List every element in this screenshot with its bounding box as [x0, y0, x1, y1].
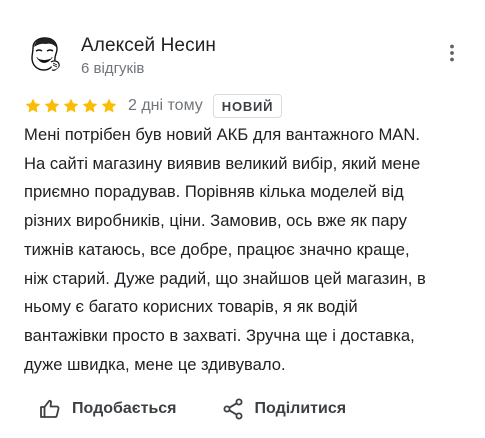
more-options-button[interactable]	[440, 41, 464, 65]
meme-face-avatar-icon	[24, 34, 64, 74]
star-icon	[101, 98, 117, 113]
share-icon	[221, 397, 245, 421]
more-vertical-icon	[450, 44, 454, 62]
review-text-line: Мені потрібен був новий АКБ для вантажно…	[24, 125, 420, 144]
star-icon	[44, 98, 60, 113]
review-date: 2 дні тому	[128, 97, 203, 114]
review-text-line: вантажівки просто в захваті. Зручна ще і…	[24, 325, 415, 345]
review-text-line: На сайті магазину виявив великий вибір, …	[24, 153, 421, 173]
star-icon	[25, 98, 41, 113]
review-header: Алексей Несин 6 відгуків	[24, 31, 464, 83]
share-label: Поділитися	[254, 400, 347, 417]
star-icon	[63, 98, 79, 113]
share-button[interactable]: Поділитися	[221, 397, 347, 421]
thumb-up-icon	[38, 397, 62, 421]
review-actions: Подобається Поділитися	[38, 395, 346, 423]
like-button[interactable]: Подобається	[38, 397, 177, 421]
like-label: Подобається	[72, 400, 177, 417]
review-text: Мені потрібен був новий АКБ для вантажно…	[24, 121, 470, 379]
star-icon	[82, 98, 98, 113]
review-text-line: тижнів катаюсь, все добре, працює значно…	[24, 239, 410, 259]
review-card: Алексей Несин 6 відгуків 2 дні тому НОВИ…	[0, 0, 485, 438]
review-text-line: різних виробників, ціни. Замовив, ось вж…	[24, 211, 407, 231]
new-badge: НОВИЙ	[212, 94, 283, 118]
review-text-line: ньому є багато корисних товарів, я як во…	[24, 297, 358, 317]
review-text-line: дуже швидка, мене це здивувало.	[24, 354, 286, 374]
author-name[interactable]: Алексей Несин	[81, 34, 216, 58]
author-reviews-count: 6 відгуків	[81, 60, 145, 77]
review-text-line: приємно порадував. Порівняв кілька модел…	[24, 182, 404, 202]
star-rating	[24, 97, 118, 115]
rating-row: 2 дні тому НОВИЙ	[24, 93, 283, 119]
review-text-line: ніж старий. Дуже радий, що знайшов цей м…	[24, 268, 426, 288]
author-avatar[interactable]	[24, 34, 64, 74]
